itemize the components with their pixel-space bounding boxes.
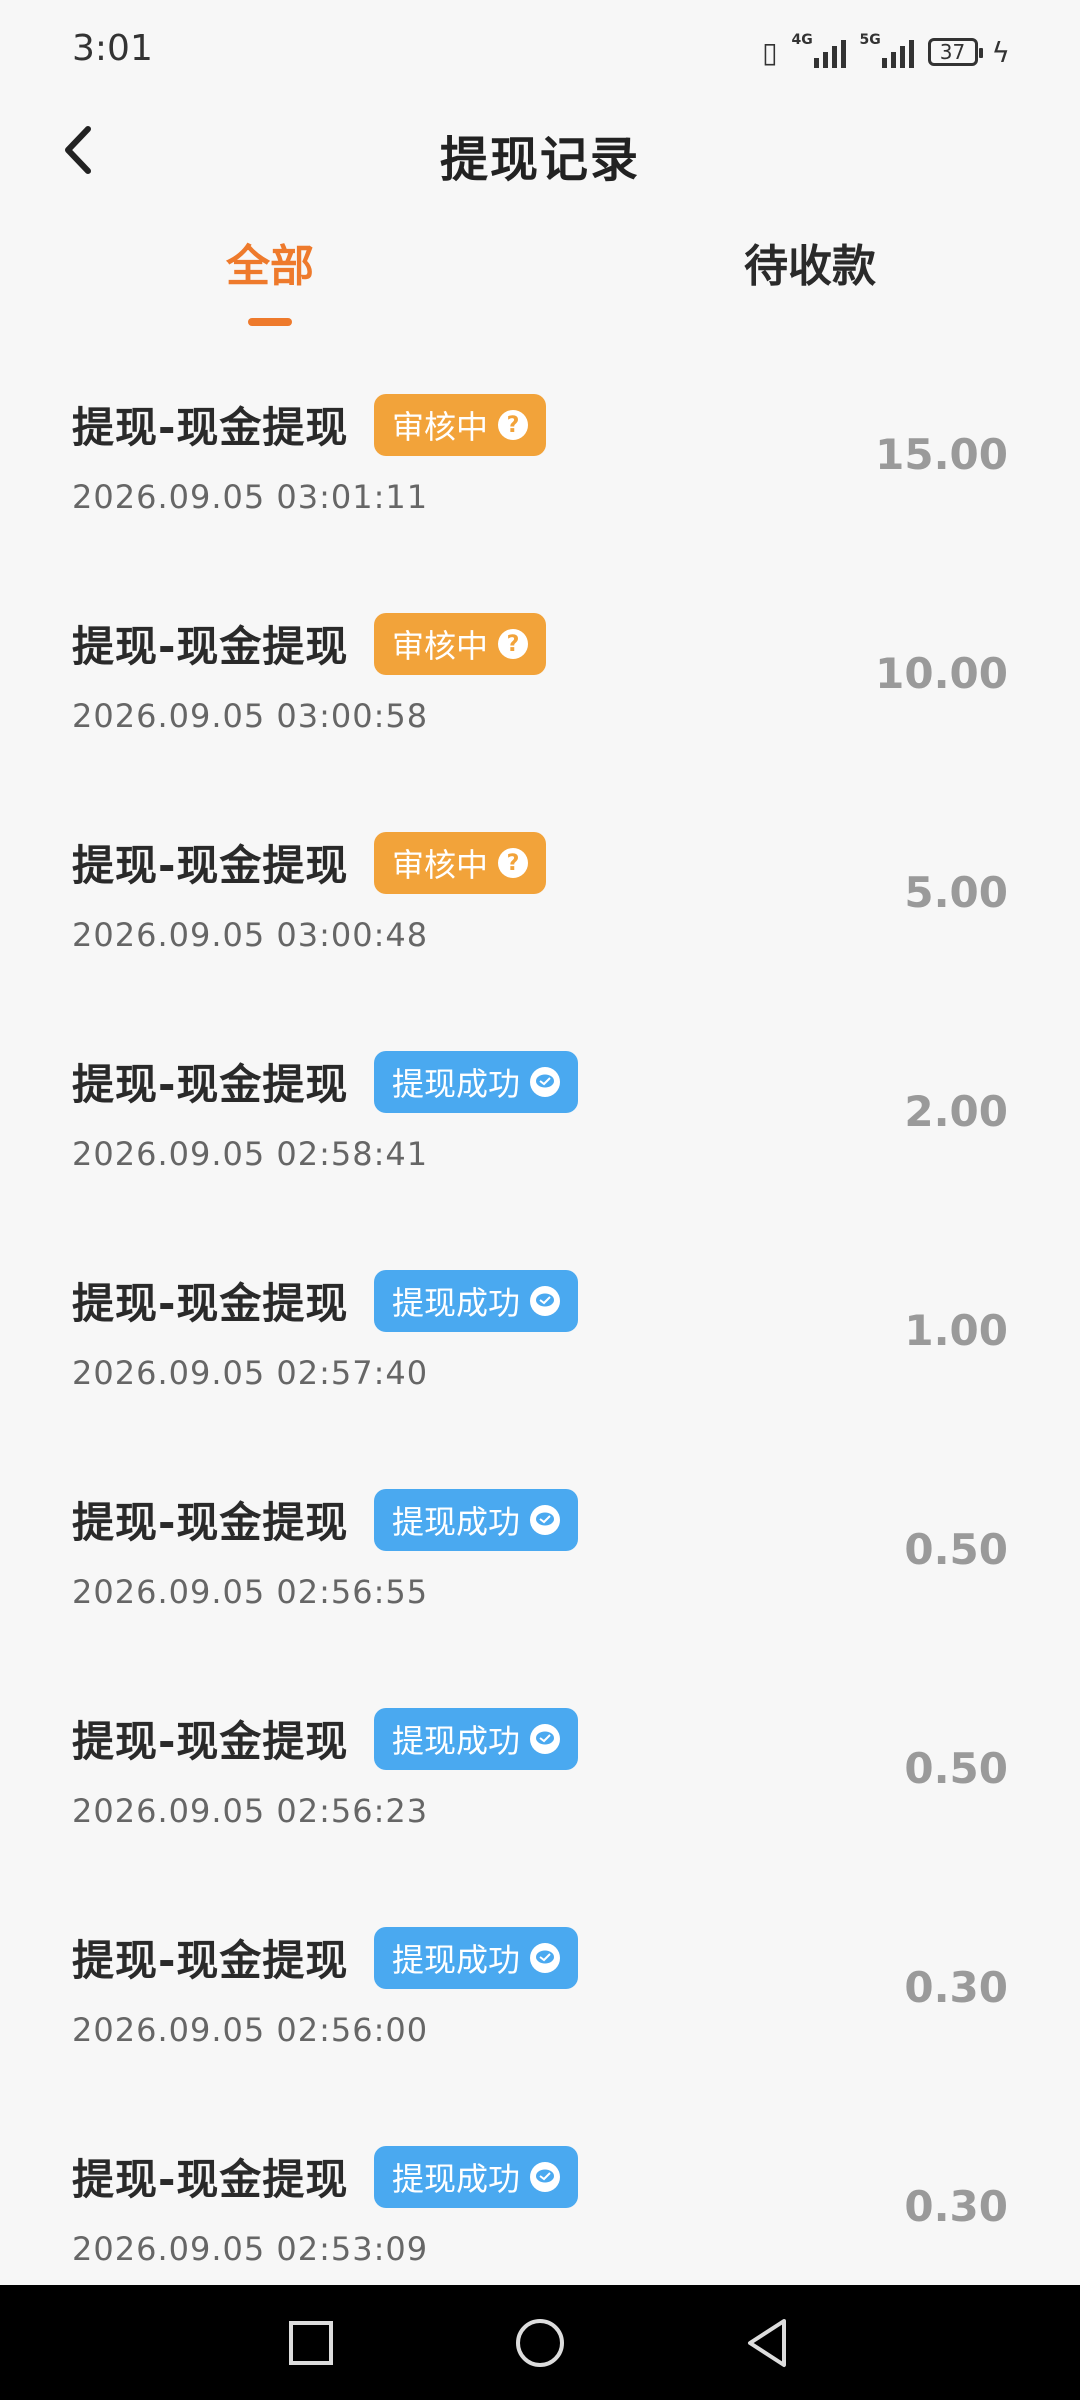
network-type-label: 4G bbox=[791, 32, 813, 48]
page-title: 提现记录 bbox=[439, 132, 640, 188]
status-label: 审核中 bbox=[392, 846, 489, 884]
status-label: 提现成功 bbox=[392, 2160, 521, 2198]
question-circle-icon[interactable]: ? bbox=[498, 629, 529, 659]
status-label: 提现成功 bbox=[392, 1722, 521, 1760]
record-amount: 0.50 bbox=[904, 1744, 1008, 1793]
signal-icon-2: 5G bbox=[860, 32, 914, 68]
status-label: 提现成功 bbox=[392, 1941, 521, 1979]
record-time: 2026.09.05 02:56:55 bbox=[72, 1573, 429, 1611]
record-title: 提现-现金提现 bbox=[72, 622, 349, 671]
network-type-label-2: 5G bbox=[859, 32, 881, 48]
record-time: 2026.09.05 02:56:23 bbox=[72, 1792, 429, 1830]
record-title: 提现-现金提现 bbox=[72, 2155, 349, 2204]
wechat-bubble-icon bbox=[530, 1943, 561, 1973]
record-time: 2026.09.05 02:57:40 bbox=[72, 1354, 429, 1392]
vibrate-icon: ▯ bbox=[762, 35, 778, 69]
list-item[interactable]: 提现-现金提现 提现成功 2026.09.05 02:56:23 0.50 bbox=[0, 1694, 1080, 1913]
record-title: 提现-现金提现 bbox=[72, 403, 349, 452]
record-amount: 10.00 bbox=[875, 649, 1008, 698]
status-badge: 提现成功 bbox=[374, 2146, 579, 2208]
tab-pending[interactable]: 待收款 bbox=[660, 230, 960, 294]
record-title: 提现-现金提现 bbox=[72, 1936, 349, 1985]
status-badge: 提现成功 bbox=[374, 1489, 579, 1551]
record-title: 提现-现金提现 bbox=[72, 1060, 349, 1109]
status-bar: 3:01 ▯ 4G 5G 37 ϟ bbox=[0, 0, 1080, 100]
record-amount: 1.00 bbox=[904, 1306, 1008, 1355]
status-badge[interactable]: 审核中 ? bbox=[374, 613, 547, 675]
record-title: 提现-现金提现 bbox=[72, 1279, 349, 1328]
list-item[interactable]: 提现-现金提现 审核中 ? 2026.09.05 03:00:58 10.00 bbox=[0, 599, 1080, 818]
square-icon bbox=[289, 2321, 333, 2365]
status-label: 提现成功 bbox=[392, 1065, 521, 1103]
wechat-bubble-icon bbox=[530, 1286, 561, 1316]
record-amount: 0.30 bbox=[904, 2182, 1008, 2231]
status-badge: 提现成功 bbox=[374, 1708, 579, 1770]
wechat-bubble-icon bbox=[530, 1067, 561, 1097]
record-amount: 0.30 bbox=[904, 1963, 1008, 2012]
record-amount: 2.00 bbox=[904, 1087, 1008, 1136]
record-amount: 5.00 bbox=[904, 868, 1008, 917]
record-time: 2026.09.05 03:00:58 bbox=[72, 697, 429, 735]
charging-icon: ϟ bbox=[991, 35, 1010, 69]
status-badge: 提现成功 bbox=[374, 1927, 579, 1989]
battery-icon: 37 bbox=[927, 38, 983, 66]
header: 提现记录 bbox=[0, 110, 1080, 190]
question-circle-icon[interactable]: ? bbox=[498, 848, 529, 878]
question-circle-icon[interactable]: ? bbox=[498, 410, 529, 440]
record-time: 2026.09.05 02:56:00 bbox=[72, 2011, 429, 2049]
list-item[interactable]: 提现-现金提现 审核中 ? 2026.09.05 03:01:11 15.00 bbox=[0, 380, 1080, 599]
tab-all[interactable]: 全部 bbox=[120, 230, 420, 294]
wechat-bubble-icon bbox=[530, 2162, 561, 2192]
status-badge: 提现成功 bbox=[374, 1270, 579, 1332]
triangle-back-icon bbox=[748, 2319, 786, 2367]
status-label: 提现成功 bbox=[392, 1284, 521, 1322]
active-tab-indicator bbox=[248, 318, 292, 326]
record-title: 提现-现金提现 bbox=[72, 841, 349, 890]
signal-icon: 4G bbox=[792, 32, 846, 68]
status-badge[interactable]: 审核中 ? bbox=[374, 394, 547, 456]
status-label: 审核中 bbox=[392, 627, 489, 665]
recent-apps-button[interactable] bbox=[283, 2315, 339, 2371]
status-label: 审核中 bbox=[392, 408, 489, 446]
record-amount: 15.00 bbox=[875, 430, 1008, 479]
list-item[interactable]: 提现-现金提现 提现成功 2026.09.05 02:58:41 2.00 bbox=[0, 1037, 1080, 1256]
wechat-bubble-icon bbox=[530, 1505, 561, 1535]
wechat-bubble-icon bbox=[530, 1724, 561, 1754]
record-time: 2026.09.05 02:58:41 bbox=[72, 1135, 429, 1173]
record-title: 提现-现金提现 bbox=[72, 1498, 349, 1547]
list-item[interactable]: 提现-现金提现 审核中 ? 2026.09.05 03:00:48 5.00 bbox=[0, 818, 1080, 1037]
tab-bar: 全部 待收款 bbox=[0, 230, 1080, 330]
record-time: 2026.09.05 02:53:09 bbox=[72, 2230, 429, 2268]
status-badge[interactable]: 审核中 ? bbox=[374, 832, 547, 894]
list-item[interactable]: 提现-现金提现 提现成功 2026.09.05 02:57:40 1.00 bbox=[0, 1256, 1080, 1475]
status-time: 3:01 bbox=[72, 28, 153, 69]
home-button[interactable] bbox=[512, 2315, 568, 2371]
nav-back-button[interactable] bbox=[740, 2315, 796, 2371]
status-label: 提现成功 bbox=[392, 1503, 521, 1541]
navigation-bar bbox=[0, 2285, 1080, 2400]
status-icons: ▯ 4G 5G 37 ϟ bbox=[762, 30, 1010, 74]
record-amount: 0.50 bbox=[904, 1525, 1008, 1574]
status-badge: 提现成功 bbox=[374, 1051, 579, 1113]
battery-level: 37 bbox=[939, 40, 966, 64]
withdrawal-list: 提现-现金提现 审核中 ? 2026.09.05 03:01:11 15.00 … bbox=[0, 380, 1080, 2351]
record-time: 2026.09.05 03:00:48 bbox=[72, 916, 429, 954]
record-title: 提现-现金提现 bbox=[72, 1717, 349, 1766]
list-item[interactable]: 提现-现金提现 提现成功 2026.09.05 02:56:55 0.50 bbox=[0, 1475, 1080, 1694]
record-time: 2026.09.05 03:01:11 bbox=[72, 478, 429, 516]
circle-icon bbox=[516, 2319, 564, 2367]
list-item[interactable]: 提现-现金提现 提现成功 2026.09.05 02:56:00 0.30 bbox=[0, 1913, 1080, 2132]
